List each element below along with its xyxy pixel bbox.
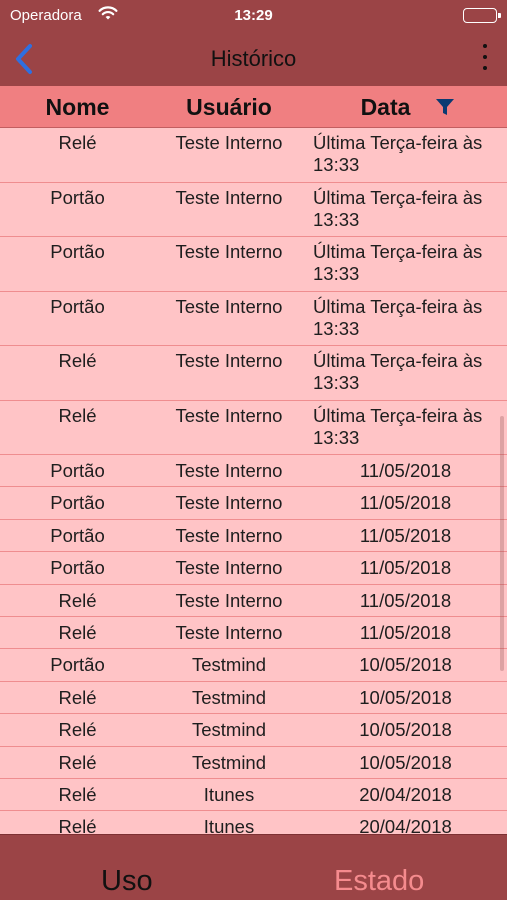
table-row[interactable]: Portão Teste Interno Última Terça-feira às…: [0, 292, 507, 346]
more-vertical-icon: [483, 44, 487, 48]
table-row[interactable]: Portão Testmind 10/05/2018: [0, 649, 507, 682]
cell-data: 11/05/2018: [359, 492, 452, 514]
table-row[interactable]: Portão Teste Interno 11/05/2018: [0, 487, 507, 520]
cell-nome: Portão: [50, 654, 105, 676]
cell-usuario: Teste Interno: [175, 460, 283, 481]
cell-usuario: Testmind: [191, 654, 267, 676]
cell-usuario: Teste Interno: [175, 524, 283, 546]
cell-usuario: Teste Interno: [175, 132, 283, 153]
cell-nome: Relé: [58, 404, 97, 426]
history-rows: 13:33ReléTeste InternoÚltima Terça-feira…: [0, 128, 507, 834]
cell-data: Última Terça-feira às 13:33: [313, 295, 483, 339]
cell-nome: Relé: [58, 686, 97, 708]
cell-data: 10/05/2018: [359, 751, 452, 773]
cell-data: Última Terça-feira às 13:33: [313, 350, 483, 393]
cell-usuario: Teste Interno: [175, 557, 283, 579]
cell-nome: Relé: [58, 816, 97, 834]
cell-data: 11/05/2018: [359, 524, 452, 546]
cell-nome: Relé: [58, 783, 97, 805]
scrollbar[interactable]: [500, 416, 504, 671]
cell-usuario: Teste Interno: [175, 404, 283, 426]
cell-usuario: Teste Interno: [175, 186, 283, 208]
cell-data: 10/05/2018: [359, 686, 452, 708]
cell-data: 11/05/2018: [359, 589, 452, 611]
column-header-nome[interactable]: Nome: [0, 94, 155, 121]
filter-funnel-icon: [436, 99, 454, 115]
page-title: Histórico: [210, 46, 297, 71]
cell-usuario: Teste Interno: [175, 350, 283, 371]
cell-data: Última Terça-feira às 13:33: [313, 404, 483, 448]
cell-nome: Relé: [58, 589, 97, 611]
cell-data: Última Terça-feira às 13:33: [313, 241, 483, 284]
cell-nome: Portão: [50, 524, 105, 546]
table-row[interactable]: Portão Teste Interno 11/05/2018: [0, 455, 507, 488]
cell-usuario: Itunes: [203, 816, 255, 834]
status-bar: Operadora 13:29: [0, 0, 507, 32]
cell-data: 10/05/2018: [359, 719, 452, 741]
cell-data: 11/05/2018: [359, 621, 452, 643]
cell-usuario: Testmind: [191, 686, 267, 708]
cell-nome: Relé: [58, 719, 97, 741]
cell-data: Última Terça-feira às 13:33: [313, 186, 483, 230]
cell-data: 10/05/2018: [359, 654, 452, 676]
cell-data: Última Terça-feira às 13:33: [313, 132, 483, 175]
table-row[interactable]: Relé Testmind 10/05/2018: [0, 682, 507, 715]
cell-nome: Portão: [50, 186, 105, 208]
table-row[interactable]: Portão Teste Interno Última Terça-feira às…: [0, 237, 507, 292]
table-row[interactable]: Relé Teste Interno 11/05/2018: [0, 617, 507, 650]
cell-usuario: Testmind: [191, 751, 267, 773]
cell-nome: Relé: [58, 132, 97, 153]
table-row[interactable]: Relé Teste Interno Última Terça-feira às 1…: [0, 346, 507, 401]
history-table[interactable]: 13:33ReléTeste InternoÚltima Terça-feira…: [0, 128, 507, 834]
more-options-button[interactable]: [479, 44, 491, 74]
cell-data: 20/04/2018: [359, 816, 452, 834]
battery-icon: [463, 8, 501, 23]
cell-nome: Portão: [50, 241, 105, 262]
cell-nome: Relé: [58, 621, 97, 643]
cell-nome: Portão: [50, 492, 105, 514]
cell-usuario: Teste Interno: [175, 241, 283, 262]
cell-usuario: Itunes: [203, 783, 255, 805]
cell-nome: Relé: [58, 350, 97, 371]
cell-nome: Portão: [50, 460, 105, 481]
table-row[interactable]: Relé Itunes 20/04/2018: [0, 779, 507, 812]
cell-data: 11/05/2018: [359, 460, 452, 481]
cell-usuario: Teste Interno: [175, 295, 283, 317]
filter-button[interactable]: [434, 96, 456, 118]
column-header-usuario[interactable]: Usuário: [155, 94, 303, 121]
table-row[interactable]: Relé Teste Interno 11/05/2018: [0, 585, 507, 617]
cell-data: 20/04/2018: [359, 783, 452, 805]
table-row[interactable]: Relé Teste Interno Última Terça-feira às 1…: [0, 128, 507, 183]
tab-estado[interactable]: Estado: [334, 865, 424, 898]
table-row[interactable]: Relé Testmind 10/05/2018: [0, 714, 507, 747]
table-row[interactable]: Portão Teste Interno Última Terça-feira às…: [0, 183, 507, 237]
clock-label: 13:29: [234, 7, 273, 24]
cell-nome: Relé: [58, 751, 97, 773]
cell-usuario: Teste Interno: [175, 492, 283, 514]
navigation-bar: Histórico: [0, 32, 507, 86]
cell-usuario: Testmind: [191, 719, 267, 741]
cell-nome: Portão: [50, 295, 105, 317]
table-header: Nome Usuário Data: [0, 86, 507, 128]
tab-uso[interactable]: Uso: [101, 865, 153, 898]
cell-usuario: Teste Interno: [175, 621, 283, 643]
table-row[interactable]: Relé Itunes 20/04/2018: [0, 811, 507, 834]
table-row[interactable]: Portão Teste Interno 11/05/2018: [0, 552, 507, 585]
cell-data: 11/05/2018: [359, 557, 452, 579]
table-row[interactable]: Relé Testmind 10/05/2018: [0, 747, 507, 779]
cell-usuario: Teste Interno: [175, 589, 283, 611]
table-row[interactable]: Portão Teste Interno 11/05/2018: [0, 520, 507, 553]
tab-bar: Uso Estado: [0, 834, 507, 900]
table-row[interactable]: Relé Teste Interno Última Terça-feira às 1…: [0, 401, 507, 455]
cell-nome: Portão: [50, 557, 105, 579]
